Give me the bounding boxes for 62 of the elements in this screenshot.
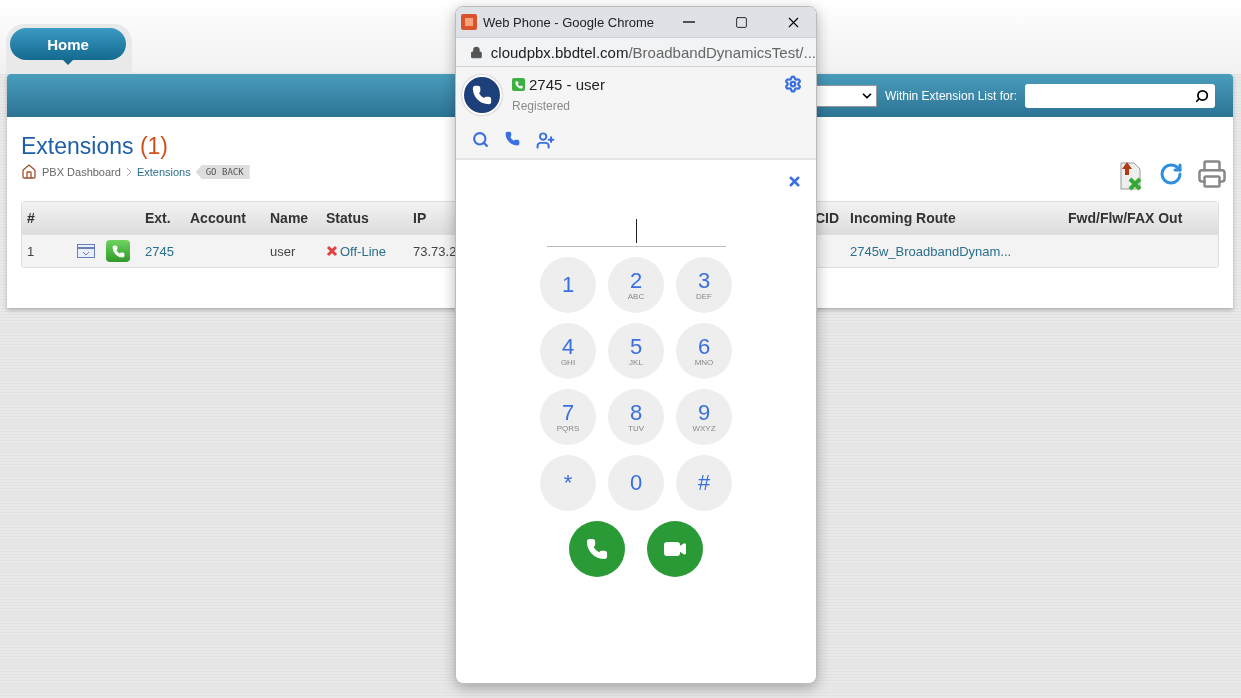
- dial-key[interactable]: 7 PQRS: [540, 389, 596, 445]
- incoming-route-link[interactable]: 2745w_BroadbandDynam...: [845, 243, 1063, 259]
- dial-key[interactable]: #: [676, 455, 732, 511]
- edit-card-icon[interactable]: [77, 244, 95, 258]
- lock-icon: [470, 45, 483, 59]
- breadcrumb-link[interactable]: PBX Dashboard: [42, 166, 121, 178]
- dial-key[interactable]: 9 WXYZ: [676, 389, 732, 445]
- avatar-phone-icon: [462, 75, 502, 115]
- url-text: cloudpbx.bbdtel.com/BroadbandDynamicsTest/...: [490, 43, 816, 61]
- home-tab[interactable]: Home: [10, 28, 126, 60]
- search-icon: [1195, 88, 1209, 103]
- column-header: Fwd/Flw/FAX Out: [1067, 210, 1184, 226]
- minimize-icon: [683, 21, 695, 23]
- call-button[interactable]: [569, 521, 625, 577]
- extension-link[interactable]: 2745: [140, 243, 185, 259]
- phone-icon[interactable]: [106, 240, 130, 262]
- dial-input[interactable]: [546, 216, 726, 247]
- dial-key[interactable]: 8 TUV: [608, 389, 664, 445]
- table-cell-text: user: [269, 243, 297, 259]
- go-back-button[interactable]: GO BACK: [195, 165, 250, 179]
- maximize-icon: [734, 15, 748, 29]
- dial-key[interactable]: 1: [540, 257, 596, 313]
- search-label: Within Extension List for:: [884, 88, 1017, 103]
- table-cell-text: 1: [26, 243, 36, 259]
- dial-key[interactable]: 4 GHI: [540, 323, 596, 379]
- table-cell-text: 73.73.2: [412, 243, 455, 259]
- column-header: Name: [269, 210, 310, 226]
- close-icon: [326, 245, 338, 257]
- close-button[interactable]: [787, 174, 802, 189]
- registration-status: Registered: [512, 99, 572, 113]
- search-field[interactable]: [1025, 83, 1215, 108]
- page-title: Extensions (1): [21, 133, 170, 160]
- tab-pointer-icon: [63, 60, 73, 65]
- close-icon: [787, 174, 802, 189]
- search-icon[interactable]: [472, 131, 489, 148]
- dial-key[interactable]: *: [540, 455, 596, 511]
- app-icon: [461, 14, 477, 30]
- user-name: 2745 - user: [529, 76, 605, 93]
- dial-key[interactable]: 0: [608, 455, 664, 511]
- column-header: #: [26, 210, 36, 226]
- dial-key[interactable]: 6 MNO: [676, 323, 732, 379]
- chevron-icon: [125, 167, 132, 177]
- window-title: Web Phone - Google Chrome: [483, 14, 656, 30]
- breadcrumb-link[interactable]: Extensions: [136, 166, 191, 178]
- address-bar[interactable]: cloudpbx.bbdtel.com/BroadbandDynamicsTest/...: [456, 37, 816, 67]
- column-header: Ext.: [144, 210, 172, 226]
- home-icon[interactable]: [21, 164, 37, 180]
- column-header: Incoming Route: [849, 210, 957, 226]
- phone-icon[interactable]: [505, 131, 520, 146]
- status-cell: Off-Line: [321, 243, 408, 259]
- dial-key[interactable]: 5 JKL: [608, 323, 664, 379]
- printer-icon[interactable]: [1197, 159, 1227, 189]
- dial-key[interactable]: 2 ABC: [608, 257, 664, 313]
- column-header: Account: [189, 210, 247, 226]
- video-call-button[interactable]: [647, 521, 703, 577]
- phone-icon: [586, 538, 608, 560]
- refresh-icon[interactable]: [1159, 162, 1183, 186]
- column-header: IP: [412, 210, 428, 226]
- column-header: Status: [325, 210, 370, 226]
- add-contact-icon[interactable]: [536, 131, 555, 150]
- settings-icon[interactable]: [784, 75, 802, 93]
- dial-key[interactable]: 3 DEF: [676, 257, 732, 313]
